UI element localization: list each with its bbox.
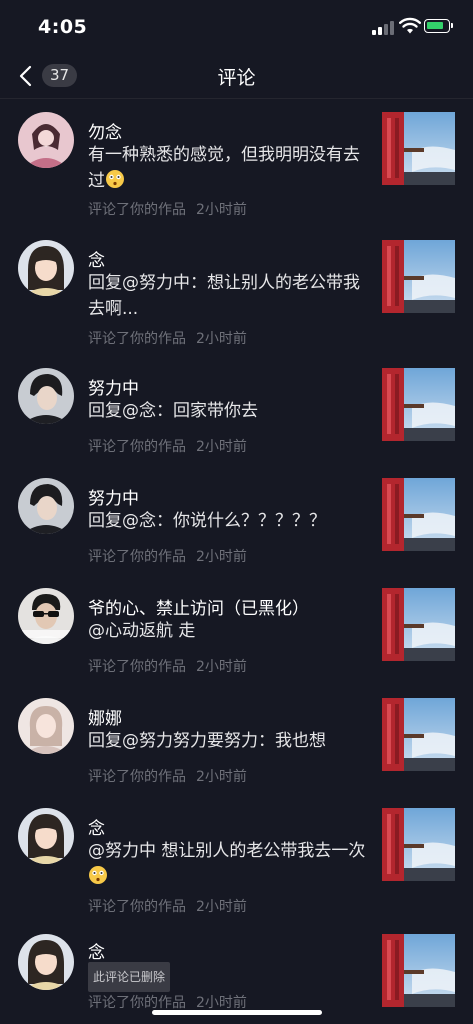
avatar[interactable]	[18, 368, 74, 424]
list-item[interactable]: 爷的心、禁止访问（已黑化） @心动返航 走 评论了你的作品 2小时前	[0, 572, 473, 682]
comment-list: 勿念 有一种熟悉的感觉，但我明明没有去过 评论了你的作品 2小时前 念 回复@努…	[0, 98, 473, 1020]
comment-text: 回复@努力中：想让别人的老公带我去啊...	[88, 273, 360, 319]
status-bar: 4:05	[0, 0, 473, 54]
commenter-name[interactable]: 念	[88, 938, 105, 963]
list-item[interactable]: 念 此评论已删除 评论了你的作品 2小时前	[0, 920, 473, 1020]
commenter-name[interactable]: 念	[88, 246, 105, 271]
status-time: 4:05	[38, 16, 88, 38]
avatar[interactable]	[18, 698, 74, 754]
commenter-name[interactable]: 念	[88, 814, 105, 839]
commenter-name[interactable]: 努力中	[88, 374, 139, 399]
video-thumbnail[interactable]	[382, 698, 455, 771]
video-thumbnail[interactable]	[382, 588, 455, 661]
comment-meta: 评论了你的作品 2小时前	[88, 899, 247, 915]
commenter-name[interactable]: 娜娜	[88, 704, 122, 729]
video-thumbnail[interactable]	[382, 478, 455, 551]
comment-meta: 评论了你的作品 2小时前	[88, 331, 247, 347]
comment-meta: 评论了你的作品 2小时前	[88, 995, 247, 1011]
avatar[interactable]	[18, 588, 74, 644]
list-item[interactable]: 努力中 回复@念：你说什么？？？？？ 评论了你的作品 2小时前	[0, 462, 473, 572]
flushed-face-emoji-icon	[89, 866, 107, 884]
commenter-name[interactable]: 爷的心、禁止访问（已黑化）	[88, 594, 309, 619]
comment-meta: 评论了你的作品 2小时前	[88, 439, 247, 455]
mention-link[interactable]: @努力中	[122, 273, 190, 293]
mention-link[interactable]: @念	[122, 511, 156, 531]
video-thumbnail[interactable]	[382, 934, 455, 1007]
avatar[interactable]	[18, 808, 74, 864]
avatar[interactable]	[18, 240, 74, 296]
comment-text: @努力中 想让别人的老公带我去一次	[88, 838, 368, 890]
video-thumbnail[interactable]	[382, 240, 455, 313]
mention-link[interactable]: @努力中	[88, 841, 156, 861]
mention-link[interactable]: @念	[122, 401, 156, 421]
comment-meta: 评论了你的作品 2小时前	[88, 549, 247, 565]
list-item[interactable]: 念 @努力中 想让别人的老公带我去一次 评论了你的作品 2小时前	[0, 792, 473, 920]
deleted-comment-badge: 此评论已删除	[88, 962, 171, 992]
home-indicator[interactable]	[152, 1010, 322, 1015]
avatar[interactable]	[18, 478, 74, 534]
comment-text: 回复@念：你说什么？？？？？	[88, 511, 326, 531]
video-thumbnail[interactable]	[382, 808, 455, 881]
commenter-name[interactable]: 努力中	[88, 484, 139, 509]
battery-icon	[424, 19, 453, 33]
wifi-icon	[399, 17, 421, 34]
comment-text: 回复@念：回家带你去	[88, 401, 258, 421]
flushed-face-emoji-icon	[106, 170, 124, 188]
nav-bar: 37 评论	[0, 54, 473, 99]
comment-meta: 评论了你的作品 2小时前	[88, 769, 247, 785]
commenter-name[interactable]: 勿念	[88, 118, 122, 143]
comment-text: 回复@努力努力要努力：我也想	[88, 731, 326, 751]
mention-link[interactable]: @心动返航	[88, 621, 173, 641]
comment-text: @心动返航 走	[88, 621, 196, 641]
comment-meta: 评论了你的作品 2小时前	[88, 202, 247, 218]
comment-text: 有一种熟悉的感觉，但我明明没有去过	[88, 145, 360, 191]
avatar[interactable]	[18, 934, 74, 990]
list-item[interactable]: 娜娜 回复@努力努力要努力：我也想 评论了你的作品 2小时前	[0, 682, 473, 792]
mention-link[interactable]: @努力努力要努力	[122, 731, 258, 751]
comment-text: 此评论已删除	[88, 962, 368, 992]
list-item[interactable]: 努力中 回复@念：回家带你去 评论了你的作品 2小时前	[0, 352, 473, 462]
avatar[interactable]	[18, 112, 74, 168]
list-item[interactable]: 念 回复@努力中：想让别人的老公带我去啊... 评论了你的作品 2小时前	[0, 224, 473, 352]
list-item[interactable]: 勿念 有一种熟悉的感觉，但我明明没有去过 评论了你的作品 2小时前	[0, 98, 473, 224]
cellular-signal-icon	[372, 21, 394, 35]
video-thumbnail[interactable]	[382, 112, 455, 185]
comment-meta: 评论了你的作品 2小时前	[88, 659, 247, 675]
video-thumbnail[interactable]	[382, 368, 455, 441]
page-title: 评论	[217, 67, 256, 89]
